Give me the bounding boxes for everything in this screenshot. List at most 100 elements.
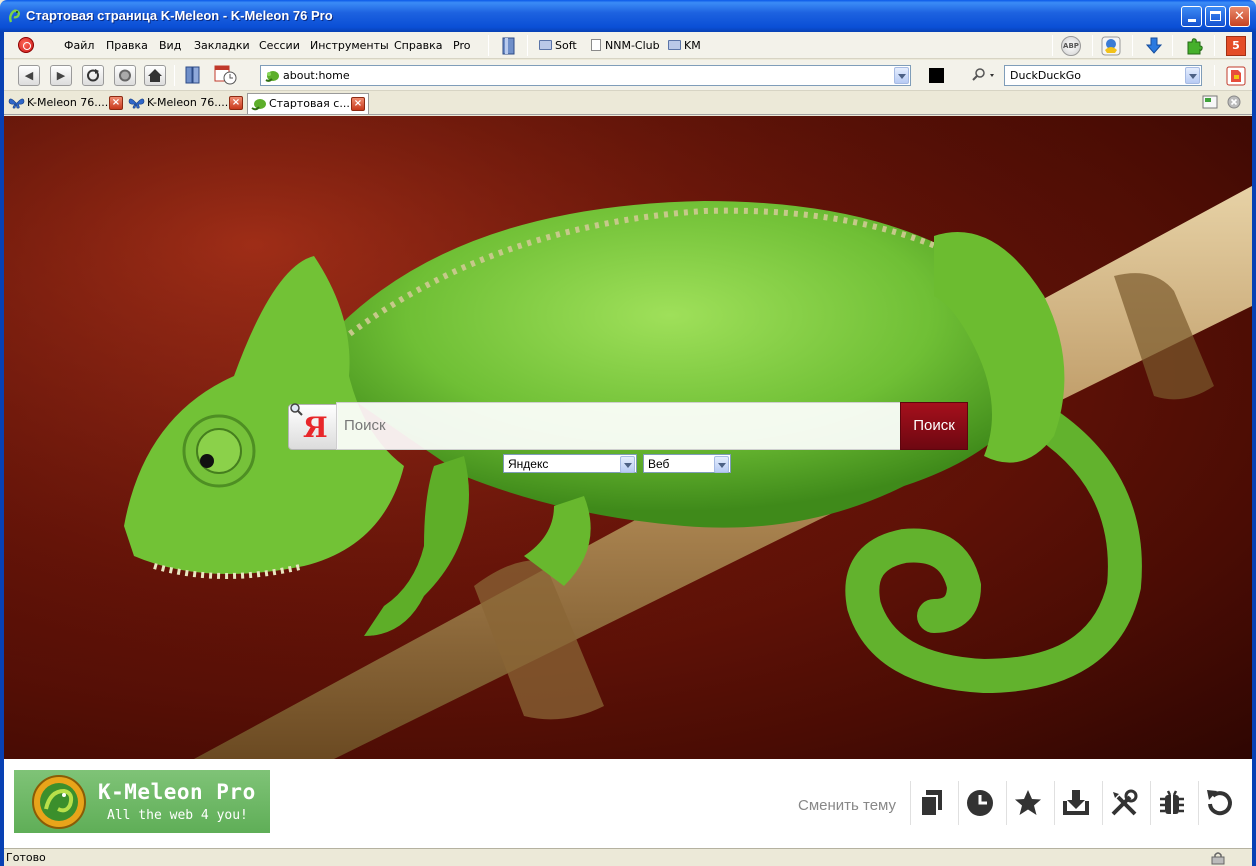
tab-close-icon[interactable]: × [229,96,243,110]
minimize-icon [1188,19,1196,22]
search-engine-name: DuckDuckGo [1010,69,1081,82]
maximize-button[interactable] [1205,6,1226,27]
stop-button[interactable] [114,65,136,86]
adblock-icon[interactable]: ABP [1061,36,1081,56]
search-type-dropdown-arrow[interactable] [714,456,729,473]
stop-icon [119,69,131,82]
search-type-select[interactable]: Веб [643,454,731,473]
separator [910,781,911,825]
menu-file[interactable]: Файл [64,39,94,52]
search-dropdown-arrow[interactable] [1185,67,1200,84]
navigation-bar: ◀ ▶ about:home DuckDuckGo [4,60,1252,91]
engine-dropdown-arrow[interactable] [620,456,635,473]
menu-sessions[interactable]: Сессии [259,39,300,52]
start-page-footer: K-Meleon Pro All the web 4 you! Сменить … [4,759,1252,848]
menu-bar: Файл Правка Вид Закладки Сессии Инструме… [4,32,1252,59]
close-button[interactable]: ✕ [1229,6,1250,27]
engine-select[interactable]: Яндекс [503,454,637,473]
butterfly-icon [8,98,25,109]
tab-close-icon[interactable]: × [109,96,123,110]
color-indicator[interactable] [929,68,944,83]
chameleon-app-icon [9,9,20,23]
tab-label: K-Meleon 76.... [27,96,109,109]
separator [1172,35,1173,56]
tab-kmeleon-1[interactable]: K-Meleon 76.... × [6,93,124,114]
forward-arrow-icon: ▶ [56,69,66,82]
menu-pro[interactable]: Pro [453,39,470,52]
separator [1092,35,1093,56]
brand-title: K-Meleon Pro [98,780,256,804]
restart-arrow-icon[interactable] [1204,787,1236,819]
menu-tools[interactable]: Инструменты [310,39,389,52]
yandex-search-input[interactable]: Поиск [336,402,901,450]
extension-red-icon[interactable] [1226,66,1246,86]
separator [1102,781,1103,825]
profile-manager-icon[interactable] [1101,36,1121,56]
bookmark-label: NNM-Club [605,39,660,52]
tools-wrench-icon[interactable] [1108,787,1140,819]
history-clock-icon[interactable] [214,65,238,85]
yandex-search-button[interactable]: Поиск [900,402,968,450]
status-text: Готово [6,851,46,864]
separator [1052,35,1053,56]
tab-label: K-Meleon 76.... [147,96,229,109]
download-arrow-icon[interactable] [1144,36,1164,56]
html5-icon[interactable]: 5 [1226,36,1246,56]
minimize-button[interactable] [1181,6,1202,27]
separator [174,65,175,86]
menu-edit[interactable]: Правка [106,39,148,52]
separator [1006,781,1007,825]
menu-bookmarks[interactable]: Закладки [194,39,250,52]
maximize-icon [1210,11,1221,21]
chameleon-background-image: Я Поиск Поиск Яндекс Веб [4,116,1252,759]
change-theme-link[interactable]: Сменить тему [798,797,896,814]
bookmark-nnm-club[interactable]: NNM-Club [591,39,660,52]
separator [1150,781,1151,825]
search-engine-magnifier-icon[interactable] [969,67,997,83]
status-bar: Готово [4,848,1252,866]
kmeleon-logo-icon [32,775,86,829]
tab-close-icon[interactable]: × [351,97,365,111]
history-clock-icon[interactable] [964,787,996,819]
menu-view[interactable]: Вид [159,39,181,52]
extensions-puzzle-icon[interactable] [1184,36,1204,56]
sidebar-bookmarks-icon[interactable] [184,65,204,85]
folder-icon [668,40,681,50]
reload-button[interactable] [82,65,104,86]
downloads-icon[interactable] [1060,787,1092,819]
separator [1214,65,1215,86]
tab-bar: K-Meleon 76.... × K-Meleon 76.... × Стар… [4,91,1252,115]
separator [1132,35,1133,56]
bookmark-km[interactable]: KM [668,39,701,52]
separator [958,781,959,825]
brand-subtitle: All the web 4 you! [107,808,248,823]
bookmarks-panel-icon[interactable] [501,37,517,55]
tab-list-icon[interactable] [1202,95,1218,109]
window-title: Стартовая страница K-Meleon - K-Meleon 7… [26,8,333,23]
url-text: about:home [283,69,350,82]
magnifier-icon[interactable] [288,402,304,418]
page-content: Я Поиск Поиск Яндекс Веб K-Meleon Pro Al… [4,116,1252,848]
bookmark-soft[interactable]: Soft [539,39,577,52]
home-button[interactable] [144,65,166,86]
url-input[interactable]: about:home [260,65,911,86]
bookmark-label: Soft [555,39,577,52]
back-arrow-icon: ◀ [24,69,34,82]
forward-button[interactable]: ▶ [50,65,72,86]
url-dropdown-arrow[interactable] [894,67,909,84]
security-lock-icon[interactable] [1209,851,1227,865]
tab-start-page[interactable]: Стартовая с... × [247,93,369,114]
bookmark-label: KM [684,39,701,52]
addons-bug-icon[interactable] [1156,787,1188,819]
back-button[interactable]: ◀ [18,65,40,86]
tab-kmeleon-2[interactable]: K-Meleon 76.... × [126,93,244,114]
close-all-tabs-icon[interactable] [1227,95,1241,109]
search-engine-select[interactable]: DuckDuckGo [1004,65,1202,86]
kmeleon-pro-banner[interactable]: K-Meleon Pro All the web 4 you! [14,770,270,833]
tabs-copy-icon[interactable] [916,787,948,819]
search-type-value: Веб [648,457,670,471]
window-frame-right [1252,32,1256,866]
km-menu-icon[interactable] [18,37,34,53]
bookmarks-star-icon[interactable] [1012,787,1044,819]
menu-help[interactable]: Справка [394,39,442,52]
